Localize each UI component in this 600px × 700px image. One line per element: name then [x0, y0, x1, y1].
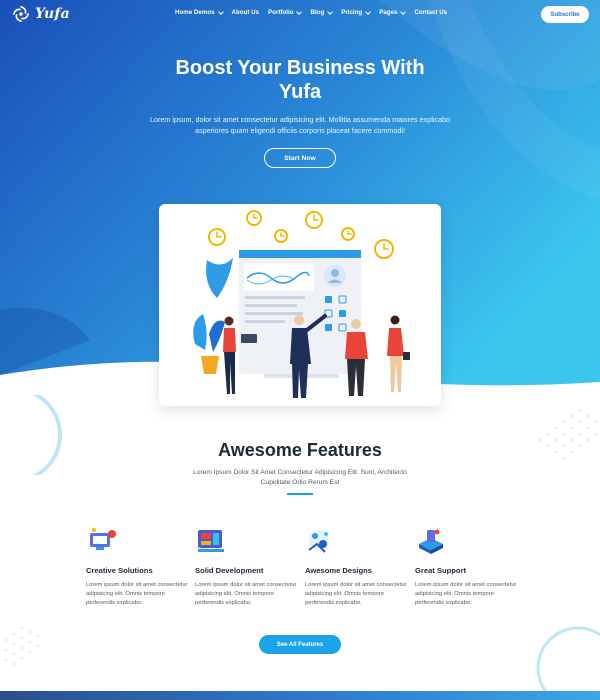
chevron-down-icon: [400, 8, 407, 15]
title-underline: [287, 493, 313, 495]
start-now-button[interactable]: Start Now: [264, 148, 336, 168]
feature-card: Solid Development Lorem ipsum dolor sit …: [195, 524, 297, 608]
hero-title-line2: Yufa: [278, 81, 322, 103]
nav-item-pricing[interactable]: Pricing: [341, 8, 372, 16]
feature-text: Lorem ipsum dolor sit amet consectetur a…: [195, 582, 297, 606]
nav-item-contact-us[interactable]: Contact Us: [414, 9, 447, 16]
nav-label: Portfolio: [268, 9, 294, 16]
chevron-down-icon: [217, 8, 224, 15]
feature-card: Creative Solutions Lorem ipsum dolor sit…: [86, 524, 188, 608]
feature-title: Solid Development: [195, 566, 264, 575]
features-title: Awesome Features: [218, 440, 382, 460]
hero-illustration-card: [159, 204, 441, 406]
awesome-designs-icon: [308, 530, 329, 553]
nav-item-blog[interactable]: Blog: [310, 8, 334, 16]
feature-text: Lorem ipsum dolor sit amet consectetur a…: [86, 582, 188, 606]
nav-label: About Us: [231, 9, 260, 16]
nav-item-about-us[interactable]: About Us: [232, 9, 260, 16]
decorative-ring: [32, 395, 62, 475]
chevron-down-icon: [365, 8, 372, 15]
nav-label: Home Demos: [175, 9, 215, 16]
brand-logo[interactable]: Yufa: [12, 5, 70, 23]
solid-development-icon: [198, 530, 224, 552]
nav-label: Blog: [310, 9, 325, 16]
features-subtitle: Lorem Ipsum Dolor Sit Amet Consectetur A…: [193, 469, 407, 486]
feature-card: Awesome Designs Lorem ipsum dolor sit am…: [305, 524, 407, 608]
see-all-features-button[interactable]: See All Features: [259, 635, 341, 654]
subscribe-button[interactable]: Subscribe: [541, 6, 589, 23]
nav-label: Contact Us: [414, 9, 448, 16]
nav-item-portfolio[interactable]: Portfolio: [268, 8, 303, 16]
nav-item-pages[interactable]: Pages: [379, 8, 407, 16]
feature-title: Creative Solutions: [86, 566, 153, 575]
hero-description: Lorem ipsum, dolor sit amet consectetur …: [150, 115, 451, 135]
next-section-edge: [0, 691, 600, 700]
brand-name: Yufa: [35, 6, 70, 22]
decorative-ring: [536, 626, 600, 700]
great-support-icon: [419, 529, 443, 554]
logo-swirl-icon: [12, 5, 30, 23]
nav-label: Pricing: [341, 9, 363, 16]
chevron-down-icon: [296, 8, 303, 15]
feature-text: Lorem ipsum dolor sit amet consectetur a…: [305, 582, 407, 606]
feature-card: Great Support Lorem ipsum dolor sit amet…: [415, 524, 517, 608]
decorative-dot-pattern: [5, 627, 39, 665]
chevron-down-icon: [327, 8, 334, 15]
hero-title: Boost Your Business With Yufa: [100, 56, 500, 104]
team-dashboard-illustration: [193, 210, 410, 398]
decorative-dot-pattern: [539, 409, 597, 459]
feature-title: Awesome Designs: [305, 566, 372, 575]
feature-text: Lorem ipsum dolor sit amet consectetur a…: [415, 582, 517, 606]
feature-title: Great Support: [415, 566, 467, 575]
landing-page: Yufa Home Demos About Us Portfolio Blog …: [0, 0, 600, 700]
creative-solutions-icon: [90, 528, 116, 550]
main-nav: Home Demos About Us Portfolio Blog Prici…: [175, 8, 456, 16]
nav-label: Pages: [379, 9, 398, 16]
hero-title-line1: Boost Your Business With: [175, 57, 425, 79]
nav-item-home-demos[interactable]: Home Demos: [175, 8, 224, 16]
